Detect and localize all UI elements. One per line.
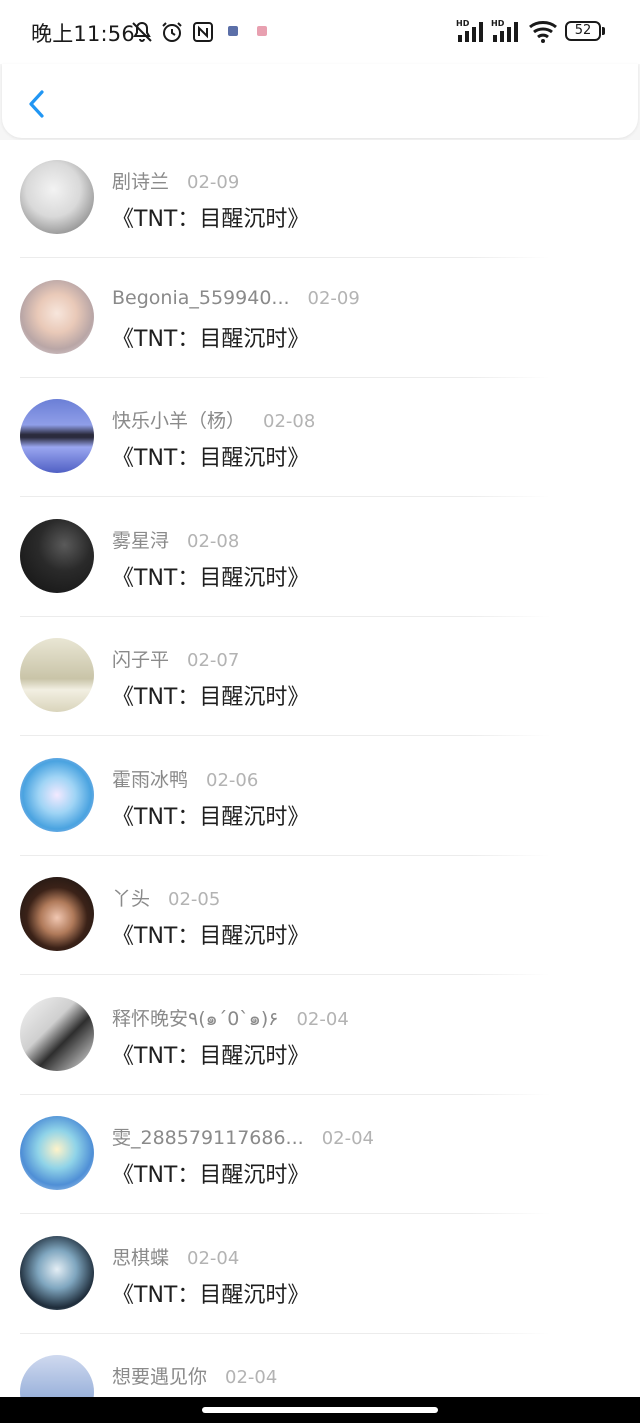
avatar[interactable] [20,279,94,354]
item-meta: 想要遇见你 02-04 [112,1362,277,1390]
list-item[interactable]: Begonia_559940... 02-09 《TNT：目醒沉时》 [0,260,640,379]
avatar[interactable] [20,877,94,951]
message-text: 《TNT：目醒沉时》 [112,565,310,591]
item-date: 02-08 [187,530,240,552]
message-text: 《TNT：目醒沉时》 [112,446,310,471]
battery-tip [602,27,605,35]
divider [20,735,550,736]
divider [20,496,550,497]
item-date: 02-08 [263,411,316,432]
message-text: 《TNT：目醒沉时》 [112,1163,310,1188]
hd-label: HD [456,19,470,28]
item-meta: 快乐小羊（杨） 02-08 [112,406,315,434]
chevron-left-icon [29,90,44,118]
home-indicator[interactable] [202,1407,438,1413]
item-date: 02-09 [187,172,240,193]
divider [20,257,550,258]
user-name[interactable]: 闪子平 [112,649,169,671]
message-text: 《TNT：目醒沉时》 [112,207,310,232]
list-item[interactable]: 想要遇见你02-04《TNT：目醒沉时》 [0,1335,640,1397]
user-name[interactable]: 想要遇见你 [112,1366,207,1388]
avatar[interactable] [20,1355,94,1397]
divider [20,1332,550,1334]
item-date: 02-04 [225,1367,278,1388]
avatar[interactable] [20,518,94,593]
avatar[interactable] [20,757,94,832]
nfc-icon [193,22,213,42]
message-text: 《TNT：目醒沉时》 [112,326,310,352]
signal-hd-icon: HD [456,19,483,42]
item-meta: 思棋蝶 02-04 [112,1243,239,1271]
user-name[interactable]: Begonia_559940... [112,287,290,309]
list-item[interactable]: 丫头 02-05 《TNT：目醒沉时》 [0,857,640,976]
list-item[interactable]: 雯_288579117686... 02-04 《TNT：目醒沉时》 [0,1096,640,1215]
avatar[interactable] [20,1235,94,1310]
item-meta: 释怀晚安٩(๑´0`๑)۶ 02-04 [112,1004,349,1032]
alarm-icon [162,22,182,42]
item-date: 02-04 [187,1247,240,1269]
svg-text:HD: HD [491,19,505,28]
item-date: 02-06 [206,769,259,791]
back-button[interactable] [24,86,50,122]
divider [20,1093,550,1095]
item-meta: 闪子平 02-07 [112,645,239,673]
user-name[interactable]: 思棋蝶 [112,1247,169,1269]
wifi-icon [529,21,557,43]
avatar[interactable] [20,399,94,473]
user-name[interactable]: 雯_288579117686... [112,1127,304,1149]
battery-level: 52 [574,23,592,38]
item-meta: 雾星浔 02-08 [112,526,239,554]
top-nav-bar [2,64,638,138]
battery-icon: 52 [565,21,601,41]
divider [20,1213,550,1214]
divider [20,615,550,617]
message-text: 《TNT：目醒沉时》 [112,924,310,949]
item-meta: 丫头 02-05 [112,884,220,912]
signal-hd-icon: HD [491,19,518,42]
user-name[interactable]: 霍雨冰鸭 [112,769,188,791]
list-item[interactable]: 快乐小羊（杨） 02-08 《TNT：目醒沉时》 [0,379,640,498]
message-text: 《TNT：目醒沉时》 [112,804,310,830]
status-bar: 晚上11:56 HD HD 52 [0,0,640,64]
app-notification-icon [228,26,238,36]
message-text: 《TNT：目醒沉时》 [112,685,310,710]
item-date: 02-09 [307,287,360,309]
user-name[interactable]: 剧诗兰 [112,171,169,193]
item-meta: 雯_288579117686... 02-04 [112,1123,374,1151]
list-item[interactable]: 霍雨冰鸭 02-06 《TNT：目醒沉时》 [0,738,640,857]
app-notification-icon [257,26,267,36]
list-item[interactable]: 释怀晚安٩(๑´0`๑)۶ 02-04 《TNT：目醒沉时》 [0,977,640,1096]
avatar[interactable] [20,1116,94,1190]
user-name[interactable]: 快乐小羊（杨） [112,410,245,432]
avatar[interactable] [20,160,94,234]
item-meta: Begonia_559940... 02-09 [112,287,360,315]
avatar[interactable] [20,996,94,1071]
item-meta: 剧诗兰 02-09 [112,167,239,195]
list-item[interactable]: 闪子平 02-07 《TNT：目醒沉时》 [0,618,640,737]
item-date: 02-04 [296,1008,349,1030]
item-date: 02-07 [187,650,240,671]
user-name[interactable]: 雾星浔 [112,530,169,552]
avatar[interactable] [20,638,94,712]
list-item[interactable]: 剧诗兰 02-09 《TNT：目醒沉时》 [0,140,640,259]
user-name[interactable]: 释怀晚安٩(๑´0`๑)۶ [112,1008,278,1030]
item-meta: 霍雨冰鸭 02-06 [112,765,258,793]
list-item[interactable]: 思棋蝶 02-04 《TNT：目醒沉时》 [0,1216,640,1335]
user-name[interactable]: 丫头 [112,888,150,910]
message-text: 《TNT：目醒沉时》 [112,1043,310,1069]
item-date: 02-05 [168,889,221,910]
item-date: 02-04 [321,1128,374,1149]
divider [20,974,550,975]
message-text: 《TNT：目醒沉时》 [112,1282,310,1308]
divider [20,854,550,856]
status-time: 晚上11:56 [31,22,135,46]
list-item[interactable]: 雾星浔 02-08 《TNT：目醒沉时》 [0,499,640,618]
divider [20,376,550,378]
message-list: 剧诗兰 02-09 《TNT：目醒沉时》 Begonia_559940... 02-09… [0,140,640,1397]
mute-bell-icon [132,21,152,42]
